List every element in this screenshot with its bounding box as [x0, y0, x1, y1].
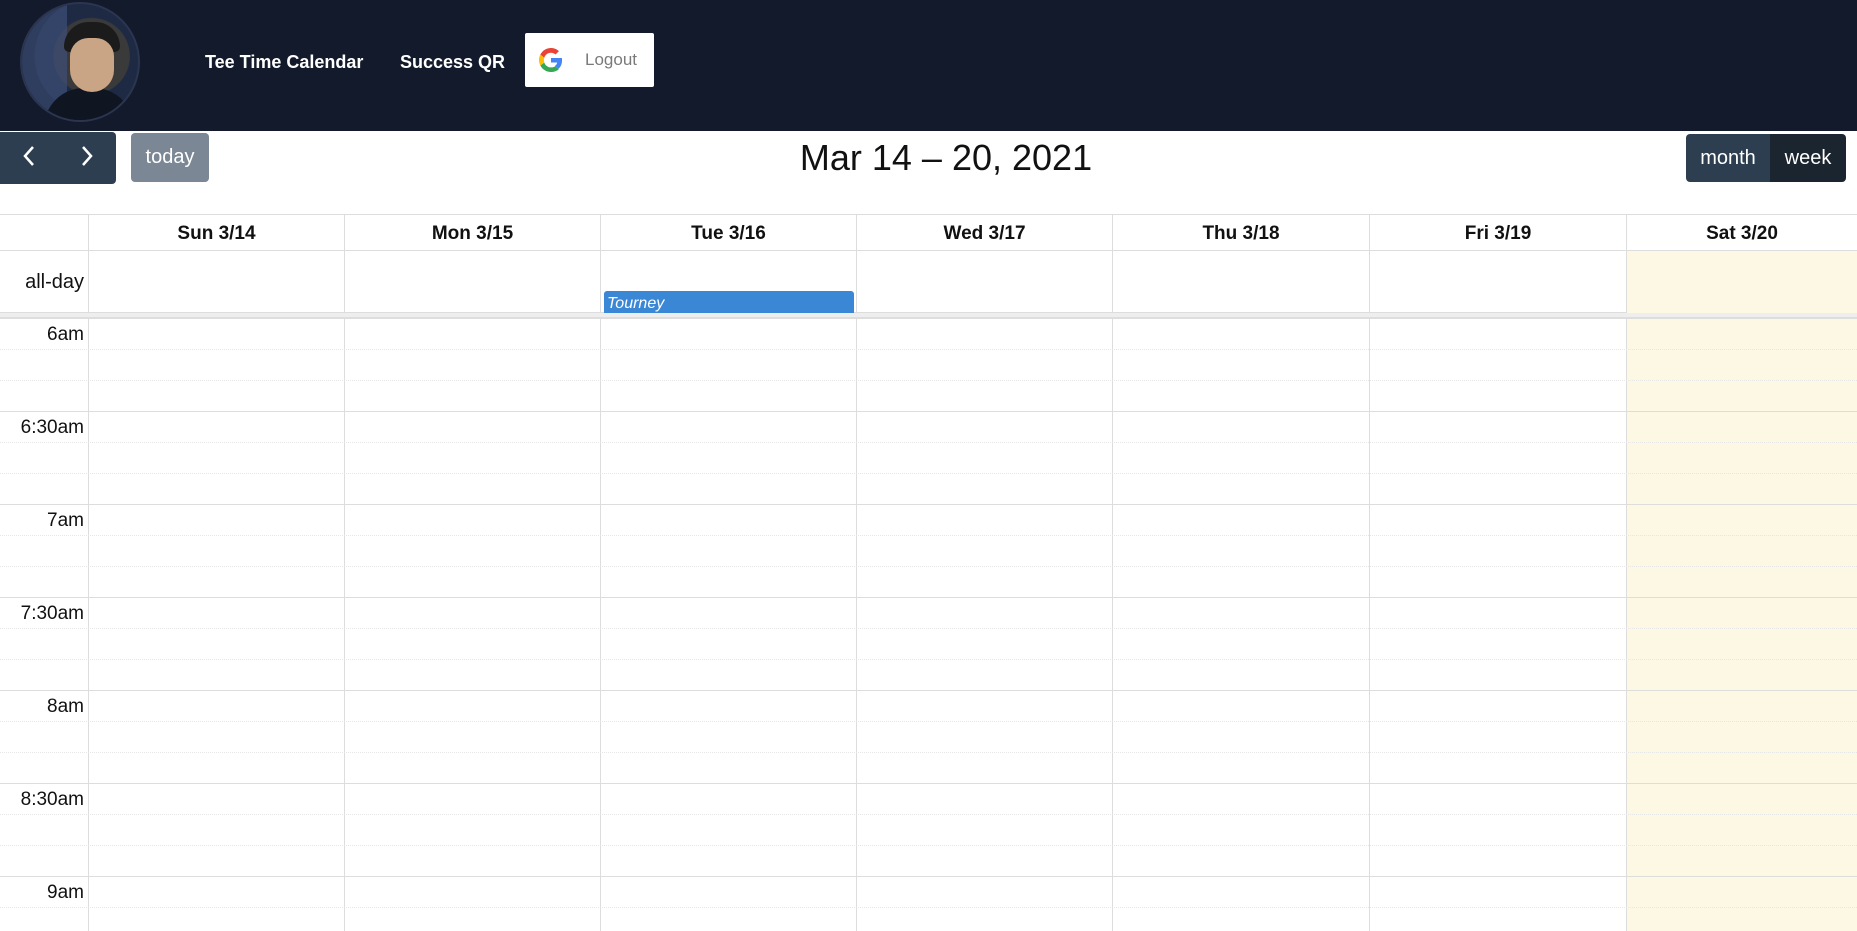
- allday-label: all-day: [25, 270, 84, 293]
- allday-row: all-day Tourney: [0, 251, 1857, 319]
- time-label: 7am: [47, 510, 84, 531]
- time-label: 8:30am: [20, 789, 84, 810]
- time-slot: 6:30am: [0, 411, 1857, 442]
- nav-link-success-qr[interactable]: Success QR: [400, 52, 505, 73]
- time-grid: 6am 6:30am 7am 7:30am 8am 8:30am 9am: [0, 318, 1857, 931]
- view-switcher: month week: [1686, 134, 1846, 182]
- time-slot: [0, 535, 1857, 566]
- time-label: 6am: [47, 324, 84, 345]
- calendar-title: Mar 14 – 20, 2021: [799, 137, 1093, 178]
- time-slot: [0, 752, 1857, 783]
- logout-label: Logout: [585, 50, 637, 69]
- time-slot: 6am: [0, 318, 1857, 349]
- allday-cell-mon[interactable]: [344, 251, 600, 313]
- allday-cell-fri[interactable]: [1369, 251, 1626, 313]
- time-slot: 8am: [0, 690, 1857, 721]
- day-header-thu: Thu 3/18: [1112, 215, 1369, 252]
- allday-cell-thu[interactable]: [1112, 251, 1369, 313]
- allday-cell-sun[interactable]: [88, 251, 344, 313]
- time-label: 9am: [47, 882, 84, 903]
- month-view-button[interactable]: month: [1686, 134, 1770, 182]
- google-icon: [539, 48, 563, 72]
- google-logout-button[interactable]: Logout: [525, 33, 654, 87]
- time-slot: [0, 907, 1857, 931]
- top-navbar: Tee Time Calendar Success QR Logout: [0, 0, 1857, 131]
- time-slot: [0, 380, 1857, 411]
- time-slot: [0, 628, 1857, 659]
- day-header-row: Sun 3/14 Mon 3/15 Tue 3/16 Wed 3/17 Thu …: [0, 214, 1857, 252]
- day-header-tue: Tue 3/16: [600, 215, 856, 252]
- day-header-sat: Sat 3/20: [1626, 215, 1857, 252]
- time-label: 8am: [47, 696, 84, 717]
- time-label: 7:30am: [20, 603, 84, 624]
- week-view-button[interactable]: week: [1770, 134, 1846, 182]
- time-slot: 8:30am: [0, 783, 1857, 814]
- allday-cell-wed[interactable]: [856, 251, 1112, 313]
- time-slot: 9am: [0, 876, 1857, 907]
- time-slot: [0, 349, 1857, 380]
- time-slot: [0, 814, 1857, 845]
- time-slot: [0, 473, 1857, 504]
- time-slot: [0, 442, 1857, 473]
- allday-cell-sat[interactable]: [1626, 251, 1857, 313]
- time-label: 6:30am: [20, 417, 84, 438]
- time-slot: 7am: [0, 504, 1857, 535]
- day-header-wed: Wed 3/17: [856, 215, 1112, 252]
- time-slot: [0, 659, 1857, 690]
- time-slot: 7:30am: [0, 597, 1857, 628]
- day-header-sun: Sun 3/14: [88, 215, 344, 252]
- week-calendar: Sun 3/14 Mon 3/15 Tue 3/16 Wed 3/17 Thu …: [0, 214, 1857, 931]
- avatar[interactable]: [20, 2, 140, 122]
- nav-link-tee-time-calendar[interactable]: Tee Time Calendar: [205, 52, 363, 73]
- time-slot: [0, 845, 1857, 876]
- day-header-fri: Fri 3/19: [1369, 215, 1626, 252]
- time-slot: [0, 721, 1857, 752]
- day-header-mon: Mon 3/15: [344, 215, 600, 252]
- time-slot: [0, 566, 1857, 597]
